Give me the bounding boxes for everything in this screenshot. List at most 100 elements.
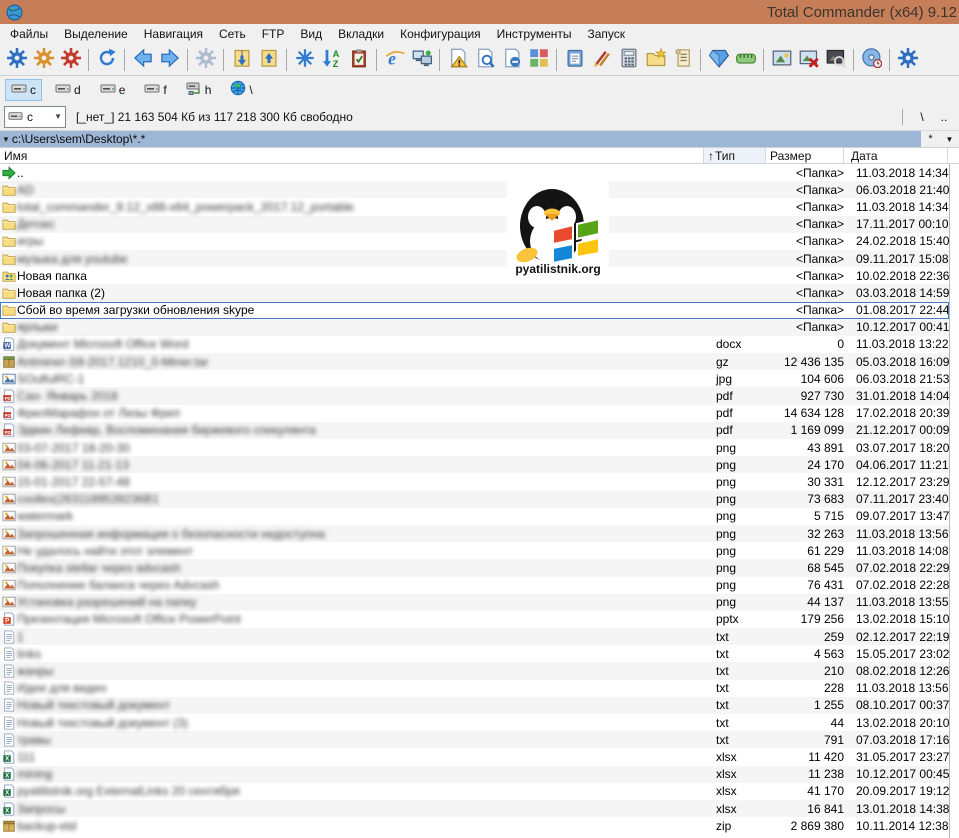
path-history-button[interactable]: ▼: [940, 131, 959, 147]
file-row[interactable]: Не удалось найти этот элементpng61 22911…: [0, 542, 949, 559]
file-row[interactable]: PDFФрилМарафон от Лизы Фрилpdf14 634 128…: [0, 405, 949, 422]
toolbar-image-search-button[interactable]: [822, 46, 849, 73]
file-row[interactable]: 1txt25902.12.2017 22:19: [0, 628, 949, 645]
toolbar-thumbnails-button[interactable]: [525, 46, 552, 73]
menu-item-6[interactable]: Вкладки: [330, 25, 392, 43]
file-row[interactable]: Покупка stellar через advcashpng68 54507…: [0, 559, 949, 576]
toolbar-back-arrow-button[interactable]: [129, 46, 156, 73]
toolbar-forward-arrow-button[interactable]: [156, 46, 183, 73]
toolbar-network-button[interactable]: [408, 46, 435, 73]
file-row[interactable]: Новый текстовый документtxt1 25508.10.20…: [0, 697, 949, 714]
toolbar-cd-burn-button[interactable]: [858, 46, 885, 73]
file-row[interactable]: ярлыки<Папка>10.12.2017 00:41: [0, 319, 949, 336]
toolbar-folder-new-button[interactable]: [642, 46, 669, 73]
toolbar-unpack-button[interactable]: [255, 46, 282, 73]
file-row[interactable]: игры<Папка>24.02.2018 15:40: [0, 233, 949, 250]
column-header-name[interactable]: Имя: [0, 148, 704, 163]
toolbar-image-viewer-button[interactable]: [768, 46, 795, 73]
drive-d-button[interactable]: d: [49, 79, 87, 101]
parent-dir-button[interactable]: ..: [933, 107, 955, 127]
file-row[interactable]: травыtxt79107.03.2018 17:16: [0, 731, 949, 748]
toolbar-image-delete-button[interactable]: [795, 46, 822, 73]
file-row[interactable]: Новая папка<Папка>10.02.2018 22:36: [0, 267, 949, 284]
drive-c-button[interactable]: c: [5, 79, 42, 101]
file-row[interactable]: WДокумент Microsoft Office Worddocx011.0…: [0, 336, 949, 353]
file-row[interactable]: X111xlsx11 42031.05.2017 23:27: [0, 748, 949, 765]
drive-root-button[interactable]: \: [224, 79, 258, 101]
file-row[interactable]: Пополнение баланса через Advcashpng76 43…: [0, 577, 949, 594]
file-row[interactable]: coollex(2631189539236B1png73 68307.11.20…: [0, 491, 949, 508]
toolbar-options-gears-button[interactable]: [192, 46, 219, 73]
file-row[interactable]: XЗапросыxlsx16 84113.01.2018 14:38: [0, 800, 949, 817]
column-header-size[interactable]: Размер: [766, 148, 844, 163]
file-row[interactable]: музыка для youtube<Папка>09.11.2017 15:0…: [0, 250, 949, 267]
menu-item-7[interactable]: Конфигурация: [392, 25, 489, 43]
toolbar-pack-button[interactable]: [228, 46, 255, 73]
column-header-type[interactable]: ↑Тип: [704, 148, 766, 163]
column-header-date[interactable]: Дата: [844, 148, 948, 163]
toolbar-sort-az-button[interactable]: AZ: [318, 46, 345, 73]
menu-item-0[interactable]: Файлы: [2, 25, 56, 43]
drive-combo[interactable]: c ▼: [4, 106, 66, 128]
toolbar-gear-blue-button[interactable]: [894, 46, 921, 73]
file-row[interactable]: жанрыtxt21008.02.2018 12:26: [0, 662, 949, 679]
toolbar-star-blue-button[interactable]: [291, 46, 318, 73]
file-row[interactable]: Детокс<Папка>17.11.2017 00:10: [0, 216, 949, 233]
toolbar-verify-button[interactable]: [345, 46, 372, 73]
favorites-button[interactable]: *: [921, 131, 940, 147]
file-row[interactable]: 15-01-2017 22-57-48png30 33112.12.2017 2…: [0, 473, 949, 490]
toolbar-ruler-button[interactable]: [732, 46, 759, 73]
toolbar-gear-orange-button[interactable]: [30, 46, 57, 73]
menu-item-3[interactable]: Сеть: [211, 25, 254, 43]
drive-h-button[interactable]: h: [180, 79, 218, 101]
menu-item-5[interactable]: Вид: [292, 25, 330, 43]
file-row[interactable]: PПрезентация Microsoft Office PowerPoint…: [0, 611, 949, 628]
file-date: 04.06.2017 11:21: [849, 458, 949, 472]
file-row[interactable]: backup-etdzip2 869 38010.11.2014 12:38: [0, 817, 949, 834]
toolbar-internet-explorer-button[interactable]: e: [381, 46, 408, 73]
toolbar-script-button[interactable]: [669, 46, 696, 73]
menu-item-4[interactable]: FTP: [254, 25, 293, 43]
root-dir-button[interactable]: \: [911, 107, 933, 127]
menu-item-9[interactable]: Запуск: [580, 25, 634, 43]
toolbar-doc-preview-button[interactable]: [471, 46, 498, 73]
file-row[interactable]: Идеи для видеоtxt22811.03.2018 13:56: [0, 680, 949, 697]
file-row-parent-dir[interactable]: ..<Папка>11.03.2018 14:34: [0, 164, 949, 181]
file-row[interactable]: Запрошенная информация о безопасности не…: [0, 525, 949, 542]
file-row[interactable]: AD<Папка>06.03.2018 21:40: [0, 181, 949, 198]
drive-e-button[interactable]: e: [94, 79, 132, 101]
toolbar-paint-button[interactable]: [588, 46, 615, 73]
toolbar-doc-properties-button[interactable]: [498, 46, 525, 73]
toolbar-gear-red-button[interactable]: [57, 46, 84, 73]
toolbar-separator: [439, 49, 440, 71]
scrollbar[interactable]: [949, 164, 959, 838]
toolbar-doc-warning-button[interactable]: [444, 46, 471, 73]
file-row[interactable]: 04-06-2017 11-21-13png24 17004.06.2017 1…: [0, 456, 949, 473]
file-row[interactable]: PDFЭдвин Лефевр, Воспоминания биржевого …: [0, 422, 949, 439]
file-row[interactable]: 03-07-2017 18-20-30png43 89103.07.2017 1…: [0, 439, 949, 456]
menu-item-8[interactable]: Инструменты: [489, 25, 580, 43]
file-row[interactable]: total_commander_9.12_x86-x64_powerpack_2…: [0, 198, 949, 215]
file-row[interactable]: Установка разрешений на папкуpng44 13711…: [0, 594, 949, 611]
toolbar-crystal-button[interactable]: [705, 46, 732, 73]
file-row[interactable]: SOulfulRC-1jpg104 60606.03.2018 21:53: [0, 370, 949, 387]
toolbar-refresh-button[interactable]: [93, 46, 120, 73]
file-row[interactable]: Xpyatilistnik.org ExternalLinks 20 сентя…: [0, 783, 949, 800]
drive-f-button[interactable]: f: [138, 79, 172, 101]
file-row[interactable]: Antminer-S9-2017.1210_0-Miner.targz12 43…: [0, 353, 949, 370]
file-row[interactable]: PDFСао- Январь 2018pdf927 73031.01.2018 …: [0, 387, 949, 404]
title-bar[interactable]: Total Commander (x64) 9.12: [0, 0, 959, 24]
file-row[interactable]: Сбой во время загрузки обновления skype<…: [0, 302, 949, 319]
folder-icon: [0, 183, 17, 197]
file-row[interactable]: Новый текстовый документ (3)txt4413.02.2…: [0, 714, 949, 731]
file-row[interactable]: Новая папка (2)<Папка>03.03.2018 14:59: [0, 284, 949, 301]
toolbar-gear-blue-button[interactable]: [3, 46, 30, 73]
path-bar[interactable]: ▼ c:\Users\sem\Desktop\*.*: [0, 131, 921, 147]
file-row[interactable]: Xminingxlsx11 23810.12.2017 00:45: [0, 766, 949, 783]
file-row[interactable]: watermarkpng5 71509.07.2017 13:47: [0, 508, 949, 525]
file-row[interactable]: linkstxt4 56315.05.2017 23:02: [0, 645, 949, 662]
menu-item-2[interactable]: Навигация: [136, 25, 211, 43]
toolbar-notepad-button[interactable]: [561, 46, 588, 73]
toolbar-calculator-button[interactable]: [615, 46, 642, 73]
menu-item-1[interactable]: Выделение: [56, 25, 136, 43]
